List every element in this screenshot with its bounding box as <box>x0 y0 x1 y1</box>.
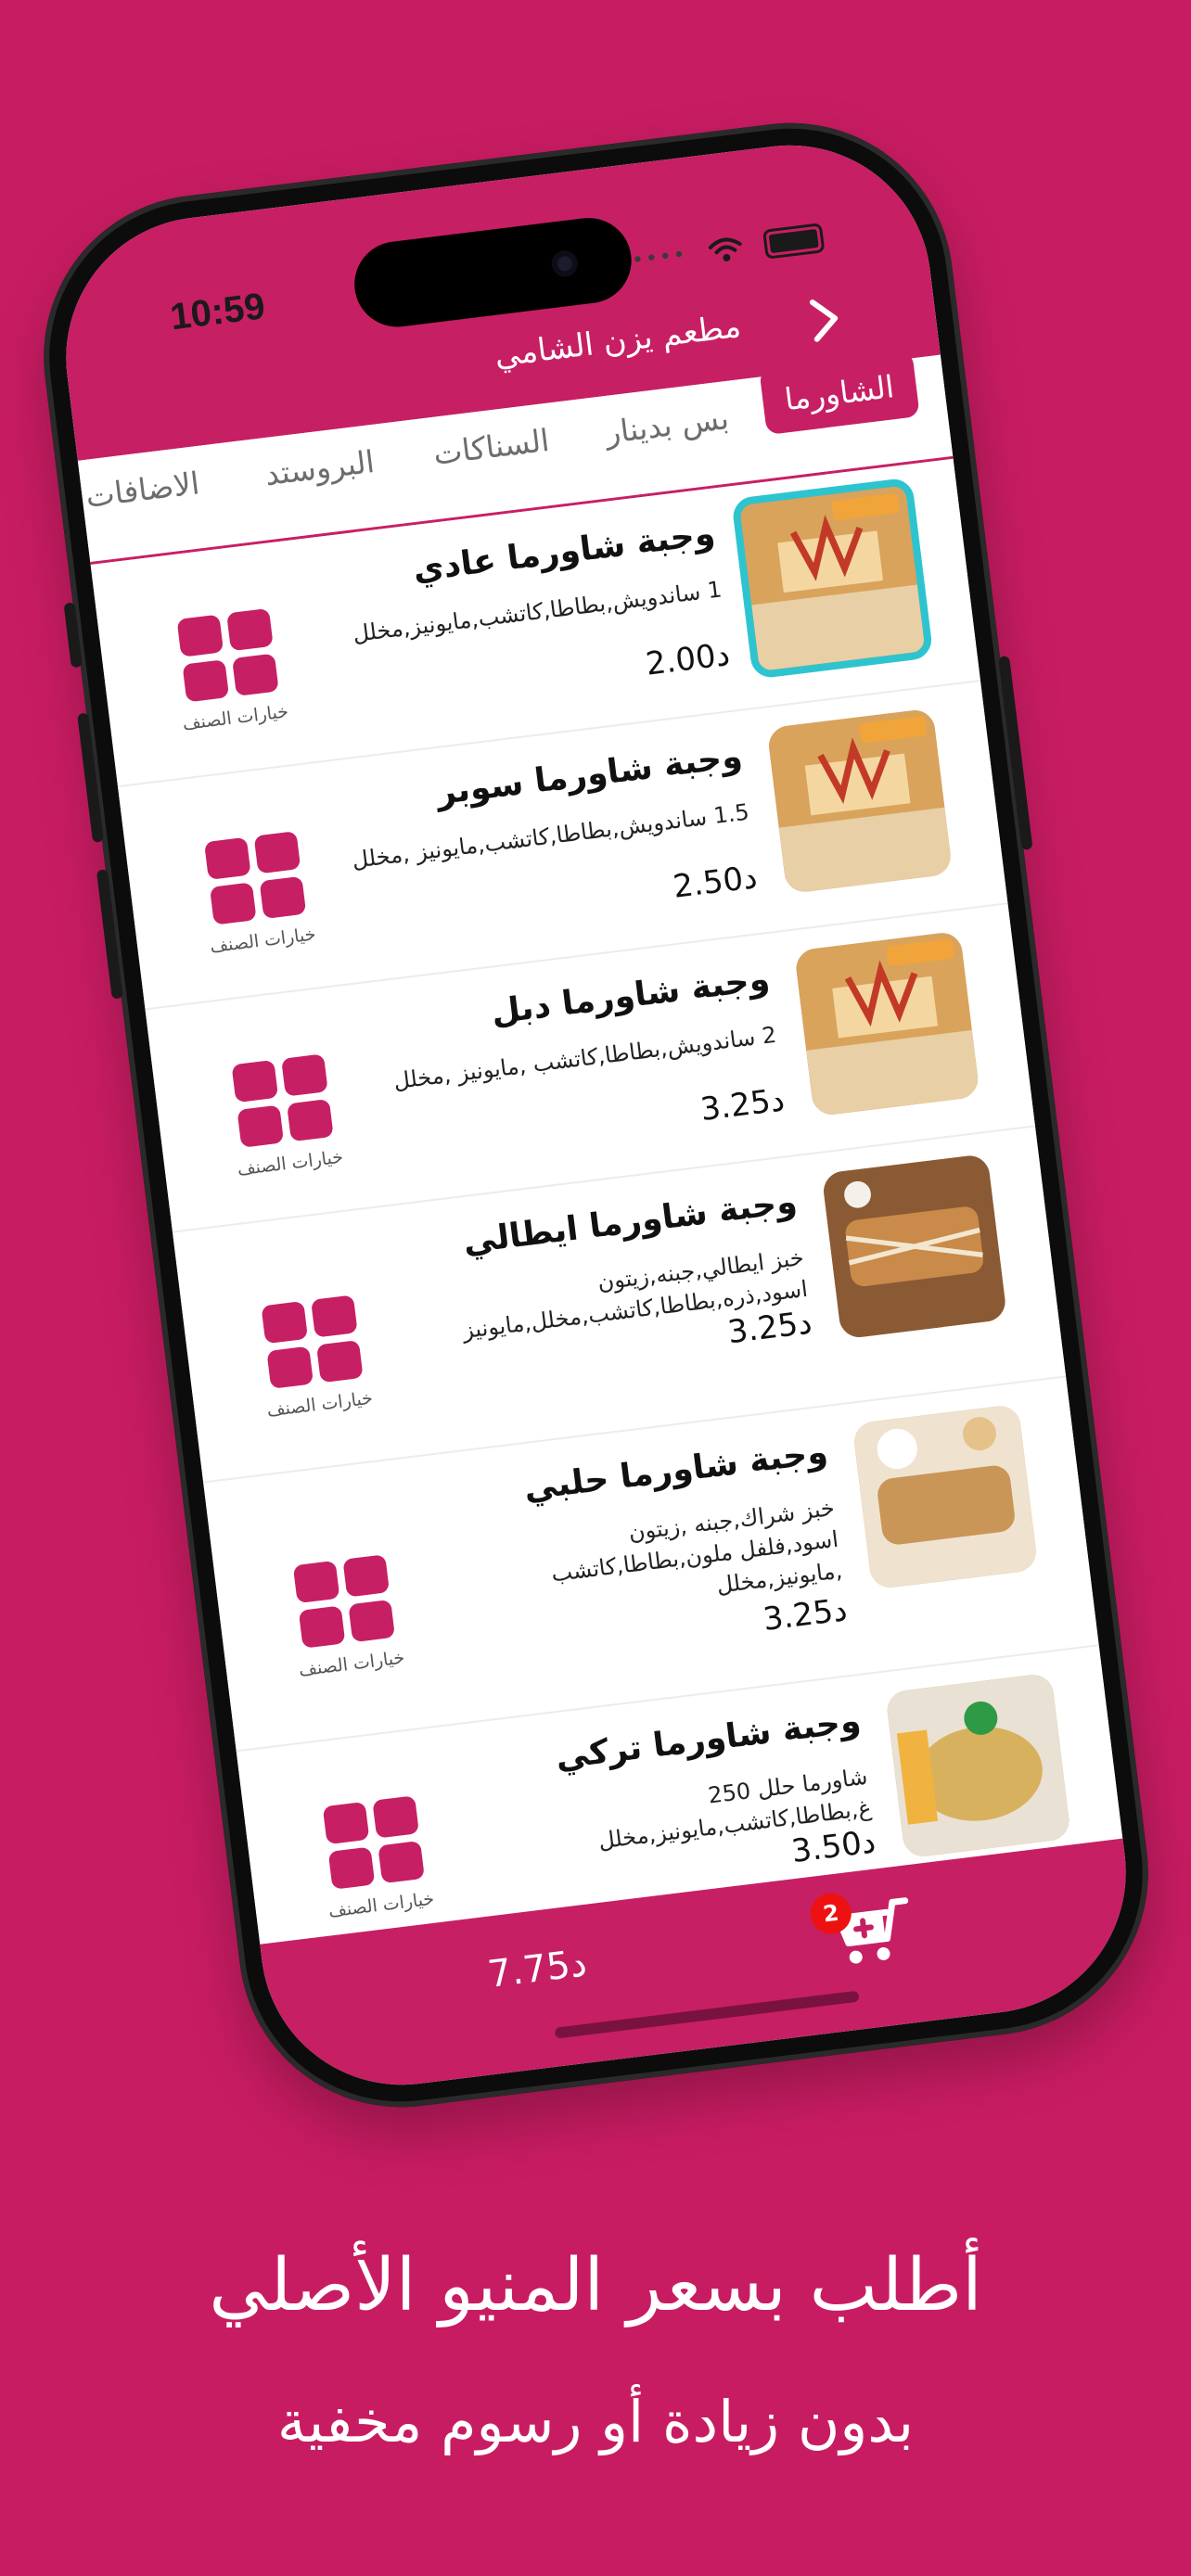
item-options-label: خيارات الصنف <box>236 1146 345 1180</box>
tab-bas-bedinar[interactable]: بس بدينار <box>604 400 731 451</box>
battery-icon <box>762 223 826 260</box>
tab-extras[interactable]: الاضافات <box>83 465 201 515</box>
item-options-label: خيارات الصنف <box>327 1888 436 1922</box>
item-options-button[interactable]: خيارات الصنف <box>309 1793 442 1922</box>
phone-mockup: 10:59 •••• مطعم يزن الشامي الشاورما بس ب… <box>25 104 1167 2126</box>
item-image <box>766 708 954 895</box>
item-options-label: خيارات الصنف <box>181 701 290 735</box>
status-time: 10:59 <box>168 286 268 338</box>
phone-screen: 10:59 •••• مطعم يزن الشامي الشاورما بس ب… <box>49 129 1143 2101</box>
grid-icon <box>203 831 307 925</box>
back-chevron-icon[interactable] <box>793 288 855 351</box>
item-image <box>885 1672 1071 1859</box>
cart-total: 7.75د <box>485 1942 590 1996</box>
item-options-button[interactable]: خيارات الصنف <box>163 606 297 735</box>
food-photo-icon <box>821 1153 1008 1340</box>
item-title: وجبة شاورما تركي <box>553 1702 864 1778</box>
item-image <box>821 1153 1008 1340</box>
item-title: وجبة شاورما دبل <box>489 960 772 1032</box>
item-options-button[interactable]: خيارات الصنف <box>218 1052 352 1180</box>
grid-icon <box>231 1053 334 1148</box>
restaurant-name: مطعم يزن الشامي <box>493 307 743 376</box>
food-photo-icon <box>794 930 980 1117</box>
item-price: 3.25د <box>698 1081 787 1129</box>
item-options-label: خيارات الصنف <box>209 924 317 958</box>
food-photo-icon <box>766 708 954 895</box>
tab-broasted[interactable]: البروستد <box>263 443 377 492</box>
wifi-icon <box>708 237 742 261</box>
grid-icon <box>176 607 279 703</box>
grid-icon <box>261 1294 364 1389</box>
grid-icon <box>292 1554 396 1649</box>
item-image <box>852 1403 1039 1590</box>
menu-list: وجبة شاورما عادي 1 ساندويش,بطاطا,كاتشب,م… <box>90 458 1123 1945</box>
item-options-button[interactable]: خيارات الصنف <box>279 1552 413 1681</box>
item-image <box>794 930 980 1117</box>
item-title: وجبة شاورما عادي <box>411 514 718 590</box>
food-photo-icon <box>739 485 926 671</box>
item-price: 2.00د <box>643 635 732 683</box>
signal-icon: •••• <box>630 242 689 273</box>
grid-icon <box>322 1795 425 1890</box>
promo-subline: بدون زيادة أو رسوم مخفية <box>276 2388 915 2455</box>
item-price: 2.50د <box>671 859 760 906</box>
food-photo-icon <box>852 1403 1039 1590</box>
screenshot-stage: 10:59 •••• مطعم يزن الشامي الشاورما بس ب… <box>0 0 1191 2576</box>
item-options-button[interactable]: خيارات الصنف <box>248 1294 381 1422</box>
item-options-label: خيارات الصنف <box>297 1647 406 1681</box>
item-options-button[interactable]: خيارات الصنف <box>190 829 324 958</box>
item-price: 3.25د <box>761 1591 850 1639</box>
camera-icon <box>549 249 579 278</box>
item-title: وجبة شاورما حلبي <box>521 1433 830 1509</box>
item-options-label: خيارات الصنف <box>265 1387 375 1422</box>
home-indicator[interactable] <box>554 1990 860 2039</box>
tab-snacks[interactable]: السناكات <box>431 422 551 472</box>
food-photo-icon <box>885 1672 1071 1859</box>
status-icons: •••• <box>630 223 826 275</box>
promo-headline: أطلب بسعر المنيو الأصلي <box>209 2244 982 2327</box>
item-image <box>731 477 934 680</box>
